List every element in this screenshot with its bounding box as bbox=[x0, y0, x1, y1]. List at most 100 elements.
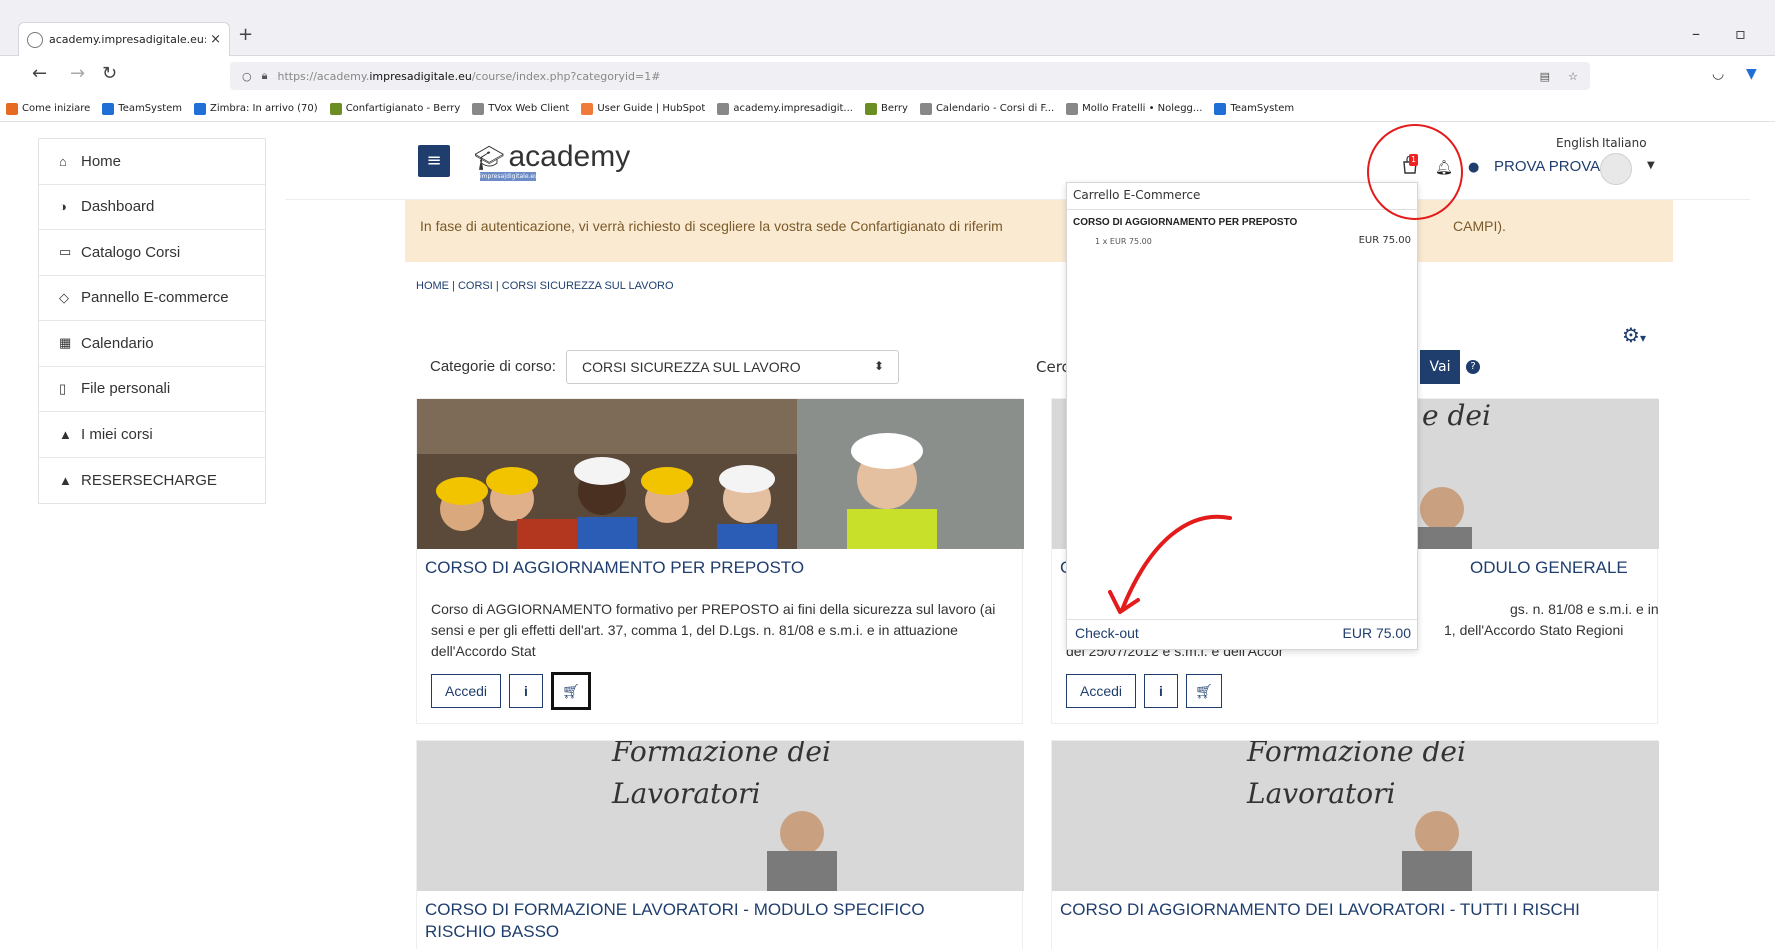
site-favicon-icon bbox=[27, 31, 43, 48]
menu-toggle-button[interactable]: ≡ bbox=[418, 145, 450, 177]
close-tab-icon[interactable]: × bbox=[210, 32, 221, 47]
bookmark-favicon-icon bbox=[194, 102, 207, 115]
reload-icon[interactable]: ↻ bbox=[102, 63, 117, 84]
add-to-cart-button[interactable]: 🛒︎ bbox=[1186, 674, 1222, 708]
url-prefix: https://academy. bbox=[277, 69, 370, 83]
sidebar-item-label: Home bbox=[81, 152, 122, 170]
sidebar-item-i-miei-corsi[interactable]: ▲ I miei corsi bbox=[39, 412, 265, 458]
bookmark-favicon-icon bbox=[1214, 102, 1227, 115]
forward-icon[interactable]: → bbox=[70, 63, 85, 84]
sidebar-item-label: Pannello E-commerce bbox=[81, 289, 229, 307]
sidebar-item-catalogo-corsi[interactable]: ▭ Catalogo Corsi bbox=[39, 230, 265, 276]
chevron-down-icon[interactable]: ▼ bbox=[1647, 160, 1655, 171]
cart-icon: 🛒︎ bbox=[1195, 682, 1213, 699]
tab-title: academy.impresadigitale.eu: Tu bbox=[49, 33, 207, 46]
info-button[interactable]: i bbox=[1144, 674, 1178, 708]
restore-window-icon[interactable]: ▫ bbox=[1735, 24, 1746, 43]
add-to-cart-button[interactable]: 🛒︎ bbox=[551, 672, 591, 710]
user-menu[interactable]: PROVA PROVA bbox=[1494, 158, 1600, 175]
course-description-frag: gs. n. 81/08 e s.m.i. e in bbox=[1510, 601, 1659, 617]
sidebar-item-pannello-e-commerce[interactable]: ◇ Pannello E-commerce bbox=[39, 276, 265, 321]
sidebar-item-file-personali[interactable]: ▯ File personali bbox=[39, 367, 265, 412]
bookmark-label: Confartigianato - Berry bbox=[345, 103, 461, 114]
bookmark-item[interactable]: Confartigianato - Berry bbox=[329, 102, 461, 115]
course-image-workers[interactable] bbox=[417, 399, 1024, 549]
course-title[interactable]: CORSO DI AGGIORNAMENTO DEI LAVORATORI - … bbox=[1060, 899, 1580, 921]
search-go-button[interactable]: Vai bbox=[1420, 350, 1460, 384]
breadcrumb[interactable]: HOME | CORSI | CORSI SICUREZZA SUL LAVOR… bbox=[416, 280, 674, 292]
info-button[interactable]: i bbox=[509, 674, 543, 708]
bookmarks-bar: Come iniziare TeamSystem Zimbra: In arrivo… bbox=[0, 96, 1775, 122]
course-title-end[interactable]: ODULO GENERALE bbox=[1470, 557, 1628, 579]
cart-item-title[interactable]: CORSO DI AGGIORNAMENTO PER PREPOSTO bbox=[1073, 217, 1297, 228]
lang-italiano-link[interactable]: Italiano bbox=[1602, 136, 1647, 150]
course-description: Corso di AGGIORNAMENTO formativo per PRE… bbox=[431, 601, 996, 659]
bookmark-favicon-icon bbox=[6, 102, 18, 115]
pocket-icon[interactable]: ◡ bbox=[1712, 66, 1724, 82]
avatar[interactable] bbox=[1600, 153, 1632, 185]
sidebar-item-label: I miei corsi bbox=[81, 425, 153, 443]
minimize-icon[interactable]: – bbox=[1692, 24, 1700, 43]
sidebar-item-label: File personali bbox=[81, 380, 171, 398]
sidebar-item-resersecharge[interactable]: ▲ RESERSECHARGE bbox=[39, 458, 265, 504]
bookmark-item[interactable]: Berry bbox=[864, 102, 908, 115]
bookmark-favicon-icon bbox=[472, 102, 485, 115]
lang-english-link[interactable]: English bbox=[1556, 136, 1599, 150]
browser-tab-bar: academy.impresadigitale.eu: Tu × + – ▫ bbox=[0, 0, 1775, 56]
help-icon[interactable]: ? bbox=[1466, 360, 1480, 374]
bookmark-item[interactable]: User Guide | HubSpot bbox=[581, 102, 705, 115]
sidebar-item-home[interactable]: ⌂ Home bbox=[39, 139, 265, 185]
sidebar-item-dashboard[interactable]: ◑ Dashboard bbox=[39, 185, 265, 230]
course-description-frag: 1, dell'Accordo Stato Regioni bbox=[1444, 622, 1624, 638]
bookmark-label: TVox Web Client bbox=[488, 103, 570, 114]
category-selected-value: CORSI SICUREZZA SUL LAVORO bbox=[582, 359, 801, 375]
access-button[interactable]: Accedi bbox=[431, 674, 501, 708]
bookmark-item[interactable]: TeamSystem bbox=[1214, 102, 1295, 115]
graduation-cap-icon: ▲ bbox=[59, 426, 72, 442]
extension-shield-icon[interactable]: ▼ bbox=[1746, 66, 1757, 82]
gear-icon[interactable]: ⚙︎▾ bbox=[1622, 323, 1646, 347]
bookmark-favicon-icon bbox=[581, 102, 594, 115]
cart-icon: 🛒︎ bbox=[562, 682, 580, 699]
bookmark-item[interactable]: Mollo Fratelli • Nolegg... bbox=[1066, 102, 1202, 115]
course-card: Formazione dei Lavoratori CORSO DI AGGIO… bbox=[1051, 740, 1659, 949]
checkout-link[interactable]: Check-out bbox=[1075, 625, 1139, 641]
catalog-icon: ▭ bbox=[59, 244, 72, 260]
bookmark-label: TeamSystem bbox=[1230, 103, 1295, 114]
cart-item-price: EUR 75.00 bbox=[1358, 235, 1411, 246]
course-title[interactable]: CORSO DI FORMAZIONE LAVORATORI - MODULO … bbox=[425, 899, 985, 943]
bookmark-star-icon[interactable]: ☆ bbox=[1568, 70, 1578, 83]
course-card: Formazione dei Lavoratori CORSO DI FORMA… bbox=[416, 740, 1024, 949]
bookmark-item[interactable]: Zimbra: In arrivo (70) bbox=[194, 102, 318, 115]
academy-logo[interactable]: 🎓︎ academy bbox=[474, 140, 630, 174]
bookmark-favicon-icon bbox=[1066, 102, 1079, 115]
sidebar-item-label: RESERSECHARGE bbox=[81, 471, 217, 489]
bookmark-label: TeamSystem bbox=[118, 103, 183, 114]
calendar-icon: ▦ bbox=[59, 335, 72, 351]
bookmark-item[interactable]: Calendario - Corsi di F... bbox=[919, 102, 1055, 115]
browser-tab[interactable]: academy.impresadigitale.eu: Tu × bbox=[18, 22, 230, 56]
course-image-whiteboard[interactable]: Formazione dei Lavoratori bbox=[417, 741, 1024, 891]
cart-header: Carrello E-Commerce bbox=[1073, 188, 1201, 202]
messages-icon[interactable]: ● bbox=[1468, 160, 1479, 175]
bookmark-favicon-icon bbox=[717, 102, 730, 115]
dashboard-icon: ◑ bbox=[59, 199, 67, 215]
bookmark-favicon-icon bbox=[864, 102, 877, 115]
bookmark-item[interactable]: TVox Web Client bbox=[472, 102, 570, 115]
logo-subtitle: impresa|digitale.eu bbox=[480, 172, 538, 181]
category-select[interactable]: CORSI SICUREZZA SUL LAVORO ⬍ bbox=[566, 350, 899, 384]
sidebar-item-calendario[interactable]: ▦ Calendario bbox=[39, 321, 265, 367]
course-image-whiteboard[interactable]: Formazione dei Lavoratori bbox=[1052, 741, 1659, 891]
bookmark-item[interactable]: Come iniziare bbox=[6, 102, 90, 115]
access-button[interactable]: Accedi bbox=[1066, 674, 1136, 708]
address-bar[interactable]: ○ 🔒︎ https://academy. impresadigitale.eu /… bbox=[230, 62, 1590, 90]
bookmark-label: Calendario - Corsi di F... bbox=[935, 103, 1055, 114]
lock-icon: 🔒︎ bbox=[261, 69, 268, 82]
bookmark-item[interactable]: TeamSystem bbox=[102, 102, 183, 115]
back-icon[interactable]: ← bbox=[32, 63, 47, 84]
bookmark-item[interactable]: academy.impresadigit... bbox=[717, 102, 853, 115]
course-title[interactable]: CORSO DI AGGIORNAMENTO PER PREPOSTO bbox=[425, 557, 804, 579]
reader-view-icon[interactable]: ▤ bbox=[1540, 70, 1550, 83]
annotation-circle bbox=[1367, 124, 1463, 220]
new-tab-icon[interactable]: + bbox=[238, 24, 253, 45]
